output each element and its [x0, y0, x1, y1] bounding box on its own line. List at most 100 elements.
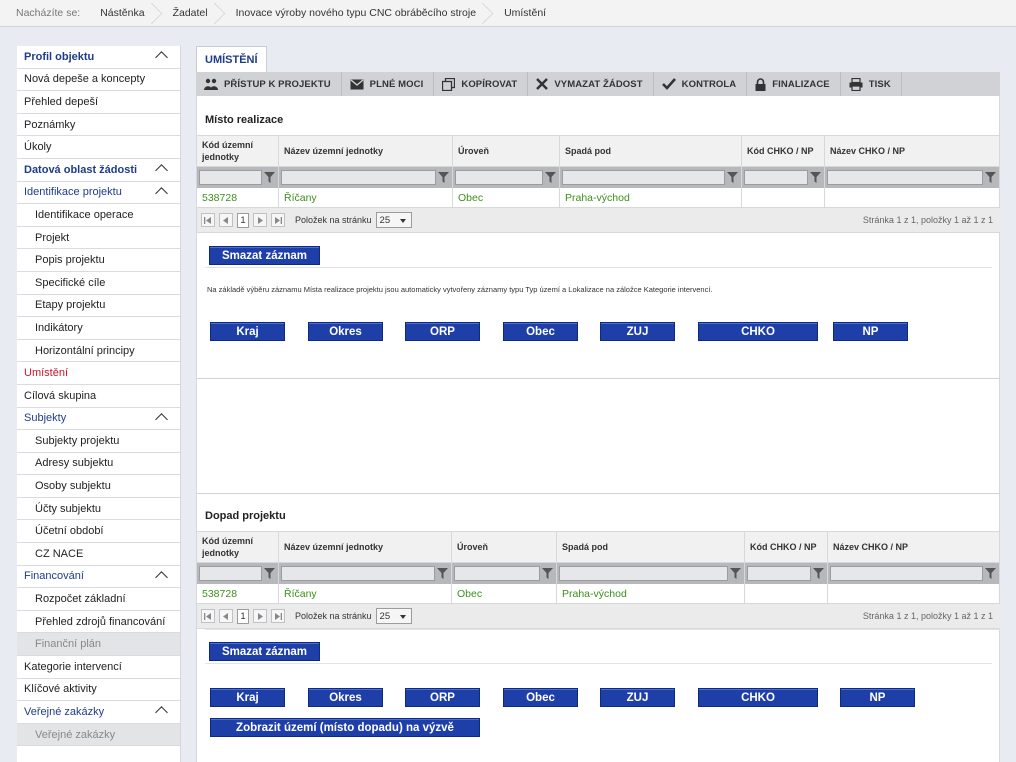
delete-application-button[interactable]: VYMAZAT ŽÁDOST [528, 72, 654, 96]
page-number-input[interactable]: 1 [237, 212, 249, 228]
filter-input[interactable] [454, 566, 540, 581]
sidebar-item[interactable]: Nová depeše a koncepty [17, 69, 180, 92]
col-kod[interactable]: Kód územní jednotky [197, 532, 279, 562]
first-page-button[interactable] [201, 609, 215, 623]
sidebar-item[interactable]: Subjekty projektu [17, 430, 180, 453]
chevron-up-icon[interactable] [155, 164, 168, 177]
funnel-icon[interactable] [435, 566, 449, 581]
sidebar-item[interactable]: Finanční plán [17, 633, 180, 657]
funnel-icon[interactable] [262, 566, 276, 581]
sidebar-item[interactable]: Etapy projektu [17, 295, 180, 318]
sidebar-item[interactable]: Přehled zdrojů financování [17, 611, 180, 634]
filter-input[interactable] [827, 170, 983, 185]
breadcrumb-item-project[interactable]: Inovace výroby nového typu CNC obráběcíh… [220, 0, 488, 27]
funnel-icon[interactable] [543, 170, 557, 185]
tab-umisteni[interactable]: UMÍSTĚNÍ [196, 46, 267, 72]
np-button[interactable]: NP [840, 688, 915, 707]
last-page-button[interactable] [271, 609, 285, 623]
first-page-button[interactable] [201, 213, 215, 227]
col-spada-pod[interactable]: Spadá pod [557, 532, 745, 562]
filter-input[interactable] [559, 566, 728, 581]
col-nazev-chko[interactable]: Název CHKO / NP [825, 136, 1000, 166]
delete-record-button[interactable]: Smazat záznam [209, 246, 320, 265]
prev-page-button[interactable] [219, 213, 233, 227]
sidebar-item[interactable]: Veřejné zakázky [17, 723, 180, 747]
finalize-button[interactable]: FINALIZACE [747, 72, 841, 96]
np-button[interactable]: NP [833, 322, 908, 341]
sidebar-item[interactable]: Rozpočet základní [17, 588, 180, 611]
filter-input[interactable] [199, 566, 262, 581]
sidebar-item[interactable]: Identifikace projektu [17, 182, 180, 205]
sidebar-item[interactable]: Profil objektu [17, 46, 180, 69]
funnel-icon[interactable] [728, 566, 742, 581]
filter-input[interactable] [562, 170, 725, 185]
sidebar-item[interactable]: Datová oblast žádosti [17, 159, 180, 182]
sidebar-item[interactable]: Klíčové aktivity [17, 679, 180, 702]
table-row[interactable]: 538728 Říčany Obec Praha-východ [197, 188, 1000, 208]
power-of-attorney-button[interactable]: PLNÉ MOCI [342, 72, 435, 96]
zuj-button[interactable]: ZUJ [600, 322, 675, 341]
chevron-up-icon[interactable] [155, 570, 168, 584]
funnel-icon[interactable] [262, 170, 276, 185]
sidebar-item[interactable]: Identifikace operace [17, 204, 180, 227]
obec-button[interactable]: Obec [503, 688, 578, 707]
filter-input[interactable] [281, 170, 436, 185]
sidebar-item[interactable]: Adresy subjektu [17, 453, 180, 476]
okres-button[interactable]: Okres [308, 322, 383, 341]
sidebar-item[interactable]: Cílová skupina [17, 385, 180, 408]
page-number-input[interactable]: 1 [237, 608, 249, 624]
print-button[interactable]: TISK [841, 72, 902, 96]
col-uroven[interactable]: Úroveň [452, 532, 557, 562]
per-page-select[interactable]: 25 [375, 608, 412, 624]
sidebar-item[interactable]: Veřejné zakázky [17, 701, 180, 724]
funnel-icon[interactable] [725, 170, 739, 185]
delete-record-button[interactable]: Smazat záznam [209, 642, 320, 661]
sidebar-item[interactable]: Kategorie intervencí [17, 656, 180, 679]
filter-input[interactable] [281, 566, 435, 581]
filter-input[interactable] [830, 566, 983, 581]
breadcrumb-item-zadatel[interactable]: Žadatel [157, 0, 220, 27]
last-page-button[interactable] [271, 213, 285, 227]
access-project-button[interactable]: PŘÍSTUP K PROJEKTU [196, 72, 342, 96]
kraj-button[interactable]: Kraj [210, 322, 285, 341]
sidebar-item[interactable]: Popis projektu [17, 249, 180, 272]
sidebar-item[interactable]: Přehled depeší [17, 91, 180, 114]
chevron-up-icon[interactable] [155, 186, 168, 200]
col-kod[interactable]: Kód územní jednotky [197, 136, 279, 166]
show-territory-button[interactable]: Zobrazit území (místo dopadu) na výzvě [210, 718, 480, 737]
table-row[interactable]: 538728 Říčany Obec Praha-východ [197, 584, 1000, 604]
sidebar-item[interactable]: CZ NACE [17, 543, 180, 566]
col-nazev-chko[interactable]: Název CHKO / NP [828, 532, 1000, 562]
sidebar-item[interactable]: Financování [17, 566, 180, 589]
sidebar-item[interactable]: Účetní období [17, 520, 180, 544]
chko-button[interactable]: CHKO [698, 688, 818, 707]
col-spada-pod[interactable]: Spadá pod [560, 136, 742, 166]
funnel-icon[interactable] [808, 170, 822, 185]
funnel-icon[interactable] [983, 170, 997, 185]
obec-button[interactable]: Obec [503, 322, 578, 341]
col-kod-chko[interactable]: Kód CHKO / NP [745, 532, 828, 562]
col-nazev[interactable]: Název územní jednotky [279, 532, 452, 562]
col-nazev[interactable]: Název územní jednotky [279, 136, 453, 166]
filter-input[interactable] [455, 170, 543, 185]
chevron-up-icon[interactable] [155, 706, 168, 720]
col-uroven[interactable]: Úroveň [453, 136, 560, 166]
filter-input[interactable] [747, 566, 811, 581]
sidebar-item[interactable]: Indikátory [17, 317, 180, 340]
sidebar-item[interactable]: Subjekty [17, 408, 180, 431]
prev-page-button[interactable] [219, 609, 233, 623]
chevron-up-icon[interactable] [155, 412, 168, 426]
funnel-icon[interactable] [811, 566, 825, 581]
sidebar-item[interactable]: Účty subjektu [17, 498, 180, 521]
sidebar-item[interactable]: Specifické cíle [17, 272, 180, 295]
check-button[interactable]: KONTROLA [654, 72, 748, 96]
sidebar-item[interactable]: Poznámky [17, 114, 180, 137]
sidebar-item[interactable]: Horizontální principy [17, 340, 180, 363]
okres-button[interactable]: Okres [308, 688, 383, 707]
col-kod-chko[interactable]: Kód CHKO / NP [742, 136, 825, 166]
funnel-icon[interactable] [983, 566, 997, 581]
sidebar-item[interactable]: Úkoly [17, 136, 180, 159]
sidebar-item[interactable]: Osoby subjektu [17, 475, 180, 498]
kraj-button[interactable]: Kraj [210, 688, 285, 707]
per-page-select[interactable]: 25 [375, 212, 412, 228]
